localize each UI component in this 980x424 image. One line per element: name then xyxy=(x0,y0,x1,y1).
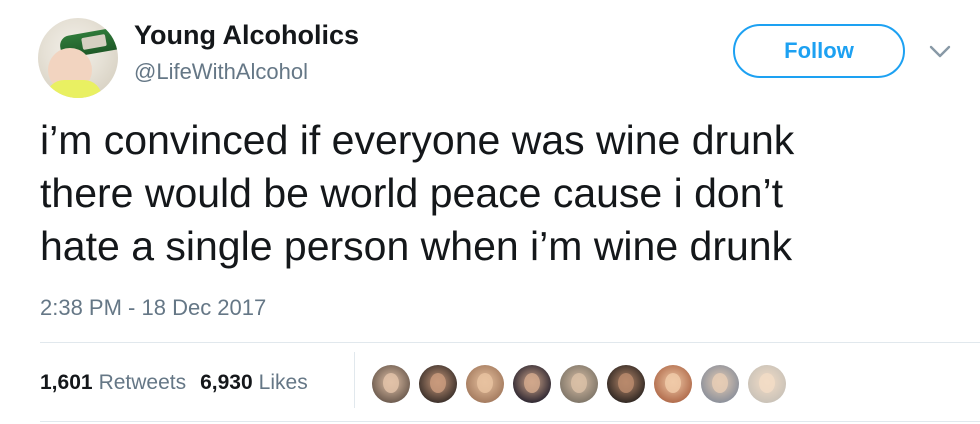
likes-count: 6,930 xyxy=(200,371,253,394)
tweet-text-line: there would be world peace cause i don’t xyxy=(40,170,784,216)
liker-avatar-face xyxy=(430,373,446,393)
tweet-text-line: i’m convinced if everyone was wine drunk xyxy=(40,117,795,163)
liker-avatar-face xyxy=(383,373,399,393)
retweets-count: 1,601 xyxy=(40,371,93,394)
liker-avatar-face xyxy=(712,373,728,393)
liker-avatar[interactable] xyxy=(466,365,504,403)
retweets-label: Retweets xyxy=(98,371,187,394)
liker-avatar[interactable] xyxy=(513,365,551,403)
liker-avatar[interactable] xyxy=(701,365,739,403)
tweet-text-line: hate a single person when i’m wine drunk xyxy=(40,223,793,269)
author-handle[interactable]: @LifeWithAlcohol xyxy=(134,58,308,86)
tweet-timestamp[interactable]: 2:38 PM - 18 Dec 2017 xyxy=(40,294,266,322)
likers-avatar-list xyxy=(372,364,795,404)
liker-avatar-face xyxy=(571,373,587,393)
chevron-down-icon[interactable] xyxy=(928,44,952,60)
tweet-card: Young Alcoholics @LifeWithAlcohol Follow… xyxy=(0,0,980,424)
liker-avatar[interactable] xyxy=(748,365,786,403)
stats-divider-bottom xyxy=(40,421,980,422)
stats-vertical-divider xyxy=(354,352,355,408)
liker-avatar[interactable] xyxy=(654,365,692,403)
tweet-stats: 1,601 Retweets 6,930 Likes xyxy=(40,368,322,398)
liker-avatar-face xyxy=(477,373,493,393)
likes-stat[interactable]: 6,930 Likes xyxy=(200,371,308,395)
avatar[interactable] xyxy=(38,18,118,98)
liker-avatar-face xyxy=(665,373,681,393)
stats-divider-top xyxy=(40,342,980,343)
liker-avatar[interactable] xyxy=(560,365,598,403)
liker-avatar[interactable] xyxy=(607,365,645,403)
liker-avatar-face xyxy=(759,373,775,393)
liker-avatar[interactable] xyxy=(372,365,410,403)
liker-avatar-face xyxy=(524,373,540,393)
tweet-text: i’m convinced if everyone was wine drunk… xyxy=(40,114,950,273)
likes-label: Likes xyxy=(258,371,308,394)
author-name[interactable]: Young Alcoholics xyxy=(134,18,359,52)
liker-avatar[interactable] xyxy=(419,365,457,403)
avatar-baby-shirt xyxy=(46,80,102,98)
liker-avatar-face xyxy=(618,373,634,393)
follow-button[interactable]: Follow xyxy=(733,24,905,78)
retweets-stat[interactable]: 1,601 Retweets xyxy=(40,371,186,395)
